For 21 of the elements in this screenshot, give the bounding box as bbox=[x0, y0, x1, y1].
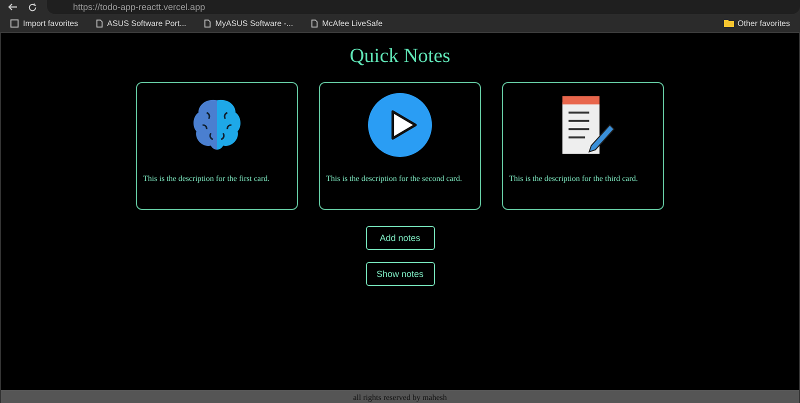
notes-button[interactable]: Show notes bbox=[366, 262, 434, 286]
page-icon bbox=[204, 18, 212, 28]
footer-text: all rights reserved by mahesh bbox=[353, 393, 447, 403]
page-title: Quick Notes bbox=[350, 45, 450, 68]
bookmark-link[interactable]: ASUS Software Port... bbox=[92, 18, 190, 28]
bookmark-link[interactable]: Import favorites bbox=[6, 18, 82, 28]
card-description: This is the description for the first card. bbox=[143, 174, 270, 183]
page-icon bbox=[311, 18, 318, 28]
page-icon bbox=[96, 18, 104, 28]
play-icon bbox=[367, 92, 433, 158]
bookmark-folder[interactable]: Other favorites bbox=[720, 18, 794, 28]
card-description: This is the description for the second card. bbox=[326, 174, 462, 183]
import-icon bbox=[10, 18, 19, 28]
reload-icon[interactable] bbox=[28, 2, 37, 12]
card-description: This is the description for the third card. bbox=[509, 174, 638, 183]
back-icon[interactable] bbox=[8, 3, 18, 11]
notes-button[interactable]: Add notes bbox=[366, 226, 434, 250]
bookmark-link[interactable]: McAfee LiveSafe bbox=[307, 18, 387, 28]
bookmark-link[interactable]: MyASUS Software -... bbox=[200, 18, 298, 28]
address-bar[interactable]: https://todo-app-reactt.vercel.app bbox=[47, 0, 800, 14]
folder-icon bbox=[724, 19, 734, 27]
